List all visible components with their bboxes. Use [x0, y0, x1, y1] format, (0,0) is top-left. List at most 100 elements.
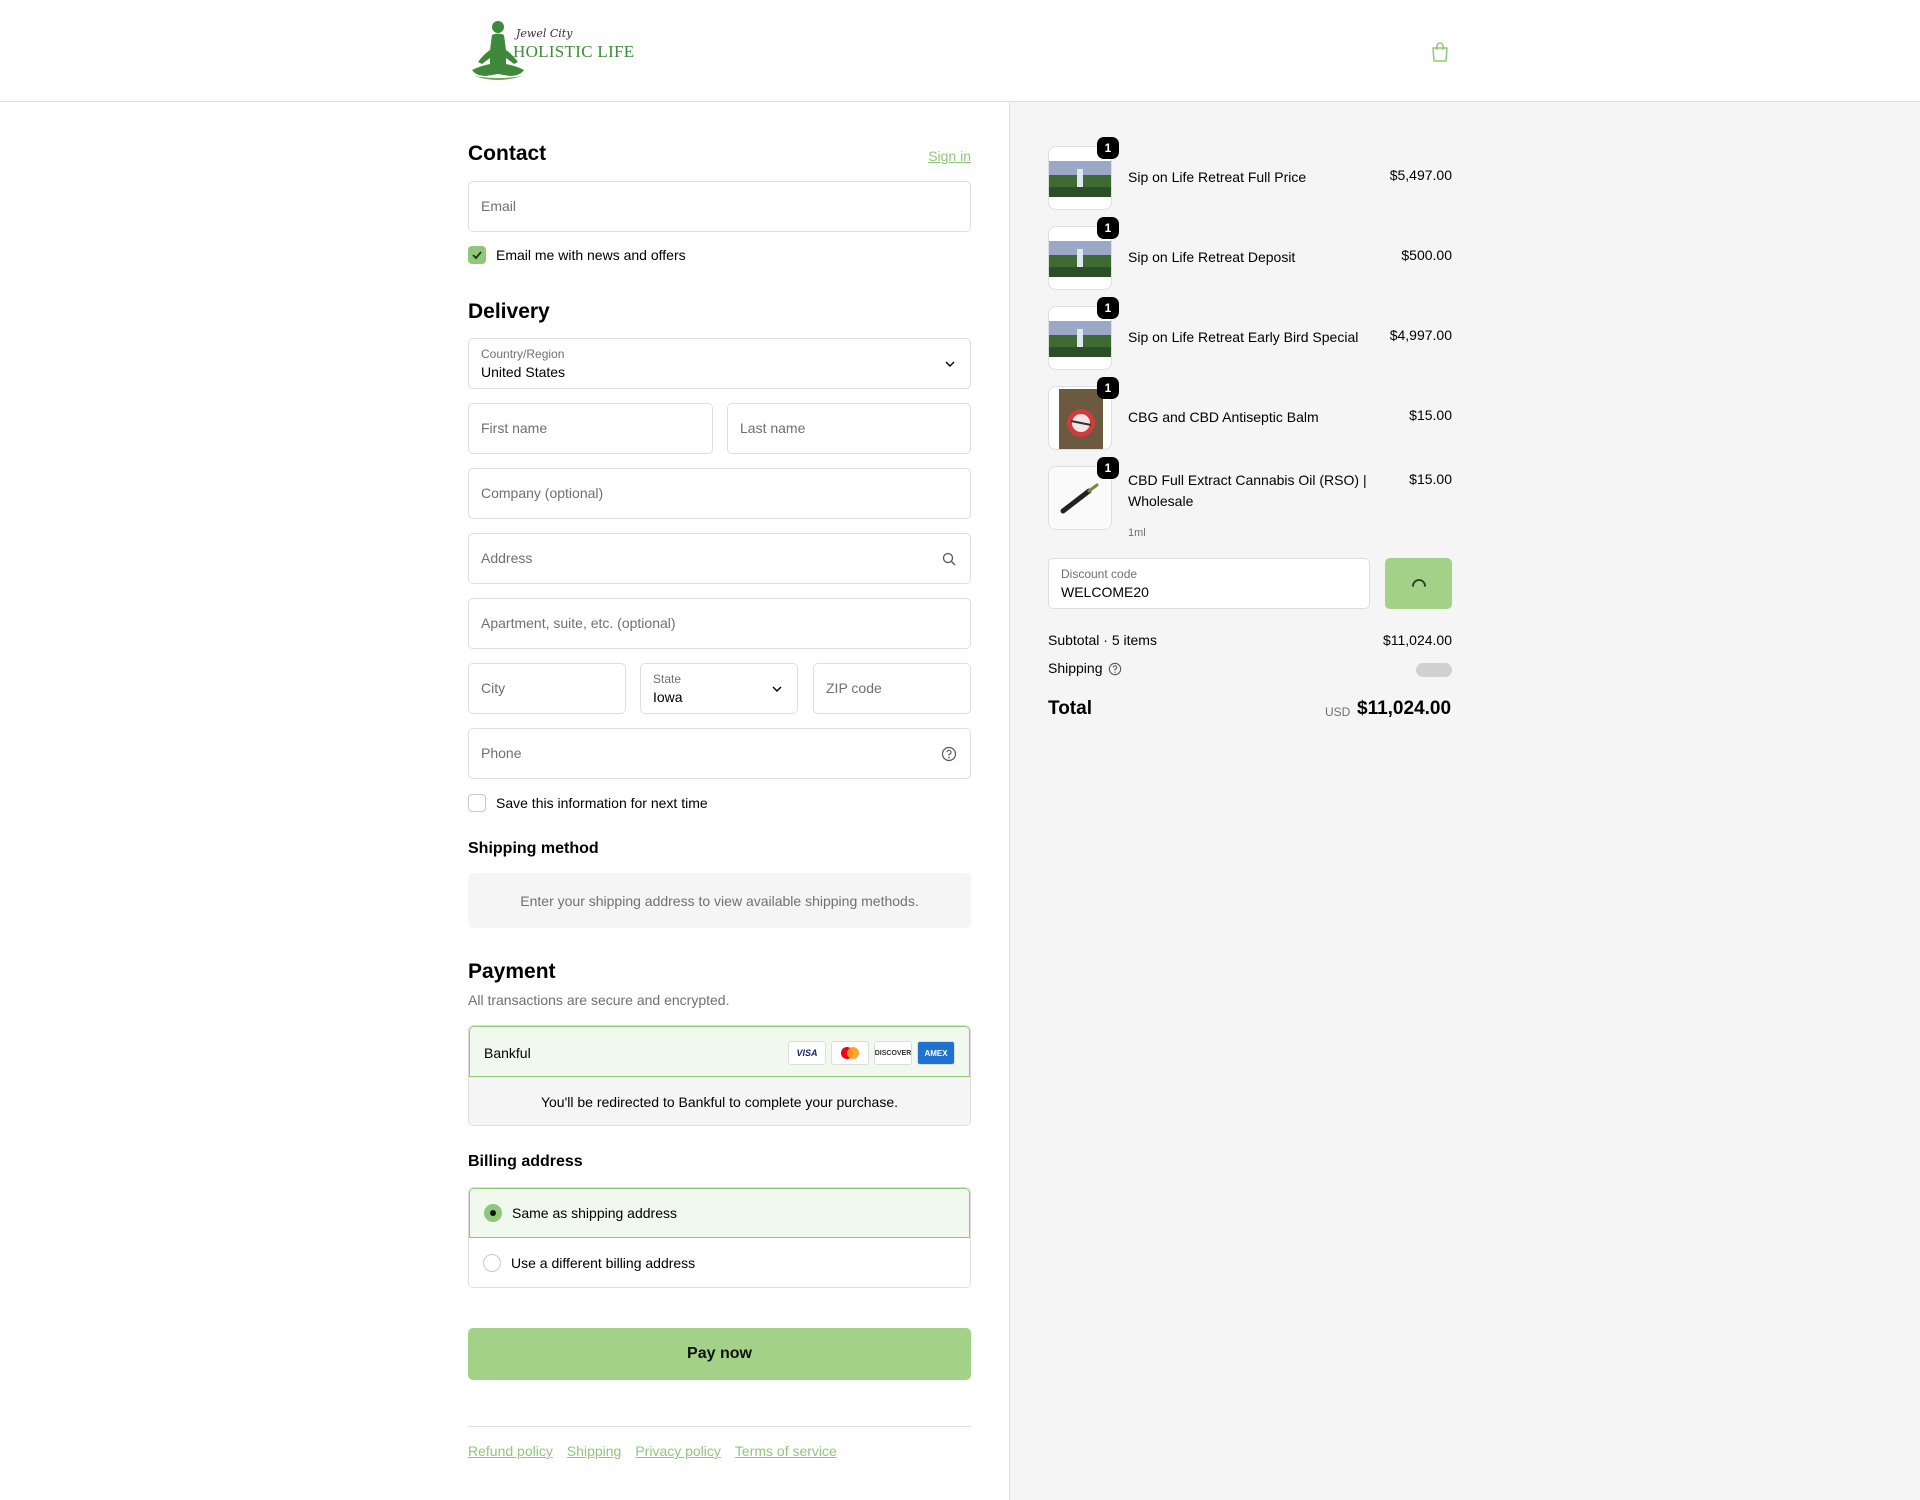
email-placeholder: Email [481, 198, 517, 214]
quantity-badge: 1 [1097, 217, 1119, 239]
item-price: $5,497.00 [1389, 167, 1452, 183]
news-checkbox[interactable] [468, 246, 486, 264]
total-currency: USD [1325, 705, 1351, 719]
billing-same-label: Same as shipping address [512, 1205, 677, 1221]
first-name-field[interactable]: First name [468, 403, 713, 454]
quantity-badge: 1 [1097, 377, 1119, 399]
shipping-method-heading: Shipping method [468, 840, 599, 857]
shipping-label: Shipping [1048, 660, 1103, 676]
payment-option-bankful[interactable]: Bankful VISA DISCOVER AMEX [469, 1026, 970, 1077]
zip-placeholder: ZIP code [826, 680, 882, 696]
sign-in-label[interactable]: Sign in [928, 148, 971, 164]
quantity-badge: 1 [1097, 137, 1119, 159]
address-field[interactable]: Address [468, 533, 971, 584]
item-price: $15.00 [1409, 407, 1452, 423]
amex-icon: AMEX [917, 1041, 955, 1065]
logo-script: Jewel City [516, 27, 573, 40]
discover-icon: DISCOVER [874, 1041, 912, 1065]
item-name: CBG and CBD Antiseptic Balm [1128, 409, 1319, 425]
store-logo[interactable]: Jewel City HOLISTIC LIFE [468, 18, 634, 84]
order-item: 1 Sip on Life Retreat Deposit $500.00 [1048, 217, 1452, 292]
visa-icon: VISA [788, 1041, 826, 1065]
billing-different-radio[interactable] [483, 1254, 501, 1272]
chevron-down-icon [945, 361, 955, 367]
city-field[interactable]: City [468, 663, 626, 714]
shipping-loading-placeholder [1416, 663, 1452, 677]
footer-divider [468, 1426, 971, 1427]
delivery-heading: Delivery [468, 300, 550, 323]
news-label: Email me with news and offers [496, 247, 686, 263]
subtotal-label: Subtotal · 5 items [1048, 632, 1157, 648]
help-circle-icon[interactable] [941, 746, 957, 762]
sign-in-link[interactable]: Sign in [928, 148, 971, 164]
payment-heading: Payment [468, 960, 556, 983]
item-price: $4,997.00 [1389, 327, 1452, 343]
help-circle-icon[interactable] [1108, 662, 1122, 676]
apartment-field[interactable]: Apartment, suite, etc. (optional) [468, 598, 971, 649]
subtotal-row: Subtotal · 5 items $11,024.00 [1048, 632, 1452, 648]
payment-redirect-note: You'll be redirected to Bankful to compl… [469, 1077, 970, 1125]
apply-discount-button[interactable] [1385, 558, 1452, 609]
item-name: Sip on Life Retreat Full Price [1128, 169, 1307, 185]
order-item: 1 CBD Full Extract Cannabis Oil (RSO) | … [1048, 457, 1452, 539]
item-name: CBD Full Extract Cannabis Oil (RSO) | Wh… [1128, 472, 1367, 509]
shipping-note-text: Enter your shipping address to view avai… [520, 892, 919, 909]
discount-code-field[interactable]: Discount code WELCOME20 [1048, 558, 1370, 609]
billing-options: Same as shipping address Use a different… [468, 1187, 971, 1288]
pay-now-button[interactable]: Pay now [468, 1328, 971, 1380]
discount-label: Discount code [1061, 567, 1138, 581]
company-placeholder: Company (optional) [481, 485, 604, 501]
address-placeholder: Address [481, 550, 533, 566]
apartment-placeholder: Apartment, suite, etc. (optional) [481, 615, 676, 631]
shipping-policy-link[interactable]: Shipping [567, 1443, 622, 1459]
total-value: $11,024.00 [1357, 698, 1452, 719]
billing-same-radio[interactable] [484, 1204, 502, 1222]
footer-links: Refund policy Shipping Privacy policy Te… [468, 1443, 837, 1459]
company-field[interactable]: Company (optional) [468, 468, 971, 519]
discount-value: WELCOME20 [1061, 584, 1149, 600]
redirect-note-text: You'll be redirected to Bankful to compl… [540, 1093, 899, 1110]
country-value: United States [481, 364, 566, 380]
header: Jewel City HOLISTIC LIFE [0, 0, 1920, 102]
state-select[interactable]: State Iowa [640, 663, 798, 714]
save-info-row[interactable]: Save this information for next time [468, 794, 708, 812]
order-item: 1 CBG and CBD Antiseptic Balm $15.00 [1048, 377, 1452, 452]
loading-spinner-icon [1411, 578, 1426, 587]
search-icon[interactable] [941, 551, 957, 567]
billing-heading: Billing address [468, 1153, 583, 1170]
item-name: Sip on Life Retreat Deposit [1128, 249, 1296, 265]
privacy-policy-link[interactable]: Privacy policy [635, 1443, 721, 1459]
terms-of-service-link[interactable]: Terms of service [735, 1443, 837, 1459]
shipping-row: Shipping [1048, 660, 1452, 677]
billing-different-label: Use a different billing address [511, 1255, 696, 1271]
save-info-checkbox[interactable] [468, 794, 486, 812]
contact-heading: Contact [468, 142, 547, 165]
last-name-field[interactable]: Last name [727, 403, 971, 454]
save-info-label: Save this information for next time [496, 795, 708, 811]
checkmark-icon [472, 251, 482, 260]
quantity-badge: 1 [1097, 457, 1119, 479]
refund-policy-link[interactable]: Refund policy [468, 1443, 553, 1459]
billing-same-option[interactable]: Same as shipping address [469, 1188, 970, 1238]
last-name-placeholder: Last name [740, 420, 806, 436]
state-value: Iowa [653, 689, 683, 705]
logo-name: HOLISTIC LIFE [513, 42, 635, 61]
country-label: Country/Region [481, 347, 565, 361]
shopping-bag-icon[interactable] [1428, 40, 1452, 64]
quantity-badge: 1 [1097, 297, 1119, 319]
state-label: State [653, 672, 682, 686]
billing-different-option[interactable]: Use a different billing address [469, 1238, 970, 1287]
country-select[interactable]: Country/Region United States [468, 338, 971, 389]
card-logos: VISA DISCOVER AMEX [788, 1041, 955, 1065]
zip-field[interactable]: ZIP code [813, 663, 971, 714]
news-checkbox-row[interactable]: Email me with news and offers [468, 246, 686, 264]
item-variant: 1ml [1128, 527, 1146, 539]
item-price: $15.00 [1409, 471, 1452, 487]
subtotal-value: $11,024.00 [1382, 632, 1452, 648]
chevron-down-icon [772, 686, 782, 692]
phone-field[interactable]: Phone [468, 728, 971, 779]
email-field[interactable]: Email [468, 181, 971, 232]
shipping-method-note: Enter your shipping address to view avai… [468, 873, 971, 928]
city-placeholder: City [481, 680, 506, 696]
order-item: 1 Sip on Life Retreat Early Bird Special… [1048, 297, 1452, 372]
